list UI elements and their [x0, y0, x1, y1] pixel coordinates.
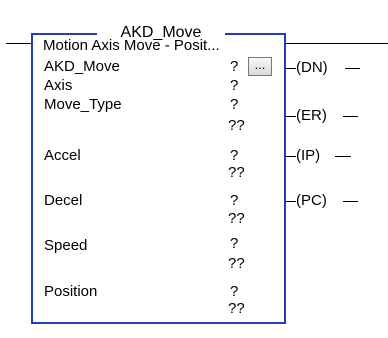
operand-label-akd-move: AKD_Move	[44, 58, 120, 75]
operand-value-accel[interactable]: ?	[230, 147, 238, 165]
coil-ip-wire-right	[335, 156, 351, 157]
coil-pc-wire-right	[343, 201, 358, 202]
operand-label-decel: Decel	[44, 192, 83, 209]
coil-dn-wire-right	[345, 68, 360, 69]
operand-label-accel: Accel	[44, 147, 81, 164]
rung-input-line	[6, 43, 31, 44]
coil-pc[interactable]: (PC)	[296, 192, 327, 210]
operand-label-speed: Speed	[44, 237, 88, 254]
operand-label-move-type: Move_Type	[44, 96, 122, 113]
operand-value-decel[interactable]: ?	[230, 192, 238, 210]
operand-value-akd-move[interactable]: ?	[230, 58, 238, 76]
block-top-border-left	[31, 33, 99, 35]
coil-er-wire-right	[343, 116, 358, 117]
block-subtitle: Motion Axis Move - Posit...	[43, 37, 220, 54]
operand-value-move-type[interactable]: ?	[230, 96, 238, 114]
coil-pc-wire-left	[286, 201, 296, 202]
operand-value-position[interactable]: ?	[230, 283, 238, 301]
operand-value-axis[interactable]: ?	[230, 77, 238, 95]
rung-output-line	[286, 43, 388, 44]
operand-subvalue-position: ??	[228, 300, 245, 317]
operand-subvalue-accel: ??	[228, 164, 245, 181]
operand-value-speed[interactable]: ?	[230, 235, 238, 253]
coil-er-wire-left	[286, 116, 296, 117]
operand-label-position: Position	[44, 283, 98, 300]
coil-ip-wire-left	[286, 156, 296, 157]
browse-button[interactable]: ...	[248, 57, 272, 76]
coil-dn[interactable]: (DN)	[296, 59, 328, 77]
operand-subvalue-move-type: ??	[228, 117, 245, 134]
coil-dn-wire-left	[286, 68, 296, 69]
coil-er[interactable]: (ER)	[296, 107, 327, 125]
operand-label-axis: Axis	[44, 77, 73, 94]
coil-ip[interactable]: (IP)	[296, 147, 320, 165]
operand-subvalue-decel: ??	[228, 210, 245, 227]
block-top-border-right	[222, 33, 286, 35]
operand-subvalue-speed: ??	[228, 255, 245, 272]
